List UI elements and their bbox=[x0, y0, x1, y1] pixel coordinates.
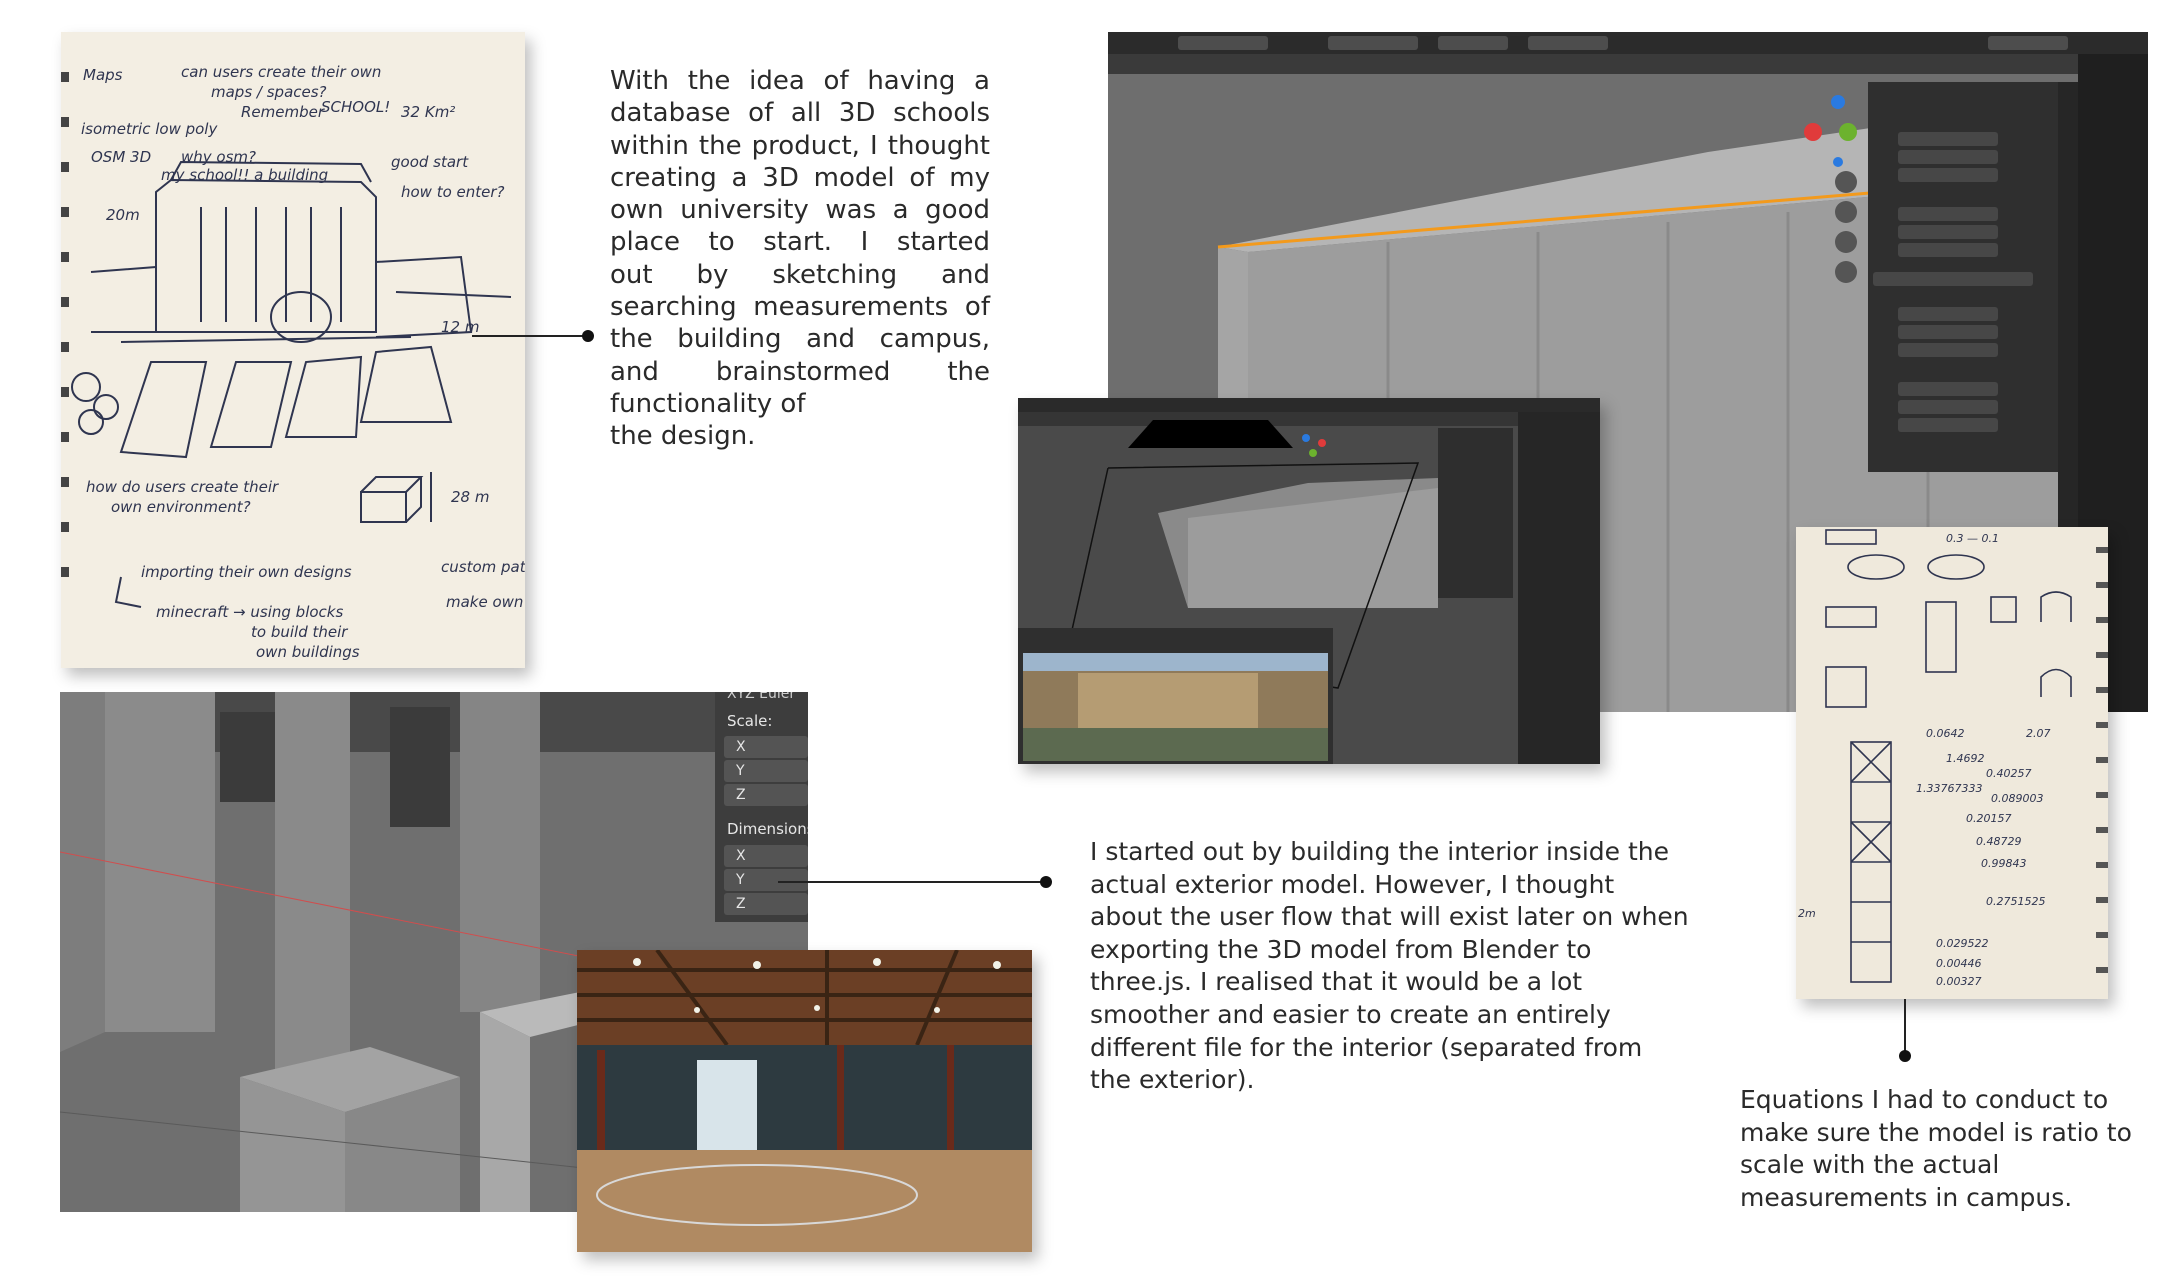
dimensions-x-field[interactable]: X bbox=[724, 845, 808, 867]
equations-caption: Equations I had to conduct to make sure … bbox=[1740, 1085, 2132, 1212]
svg-text:32 Km²: 32 Km² bbox=[401, 103, 455, 121]
svg-text:importing their own designs: importing their own designs bbox=[141, 563, 352, 581]
equations-connector-line bbox=[1904, 999, 1906, 1055]
interior-photo bbox=[577, 950, 1032, 1252]
svg-text:0.20157: 0.20157 bbox=[1966, 812, 2012, 825]
sketch-caption-line: the design. bbox=[610, 421, 756, 452]
svg-text:20m: 20m bbox=[106, 206, 140, 224]
svg-text:why osm?: why osm? bbox=[181, 148, 256, 166]
axis-y-label: Y bbox=[736, 872, 745, 888]
svg-text:minecraft → using blocks: minecraft → using blocks bbox=[156, 603, 343, 621]
svg-text:0.00327: 0.00327 bbox=[1936, 975, 1982, 988]
svg-text:0.2751525: 0.2751525 bbox=[1986, 895, 2046, 908]
svg-text:good start: good start bbox=[391, 153, 469, 171]
svg-text:OSM 3D: OSM 3D bbox=[91, 148, 151, 166]
svg-text:SCHOOL!: SCHOOL! bbox=[321, 98, 390, 116]
svg-text:Maps: Maps bbox=[83, 66, 123, 84]
sketch-connector-dot bbox=[582, 330, 594, 342]
sketch-caption-line: and brainstormed the bbox=[610, 356, 990, 387]
svg-text:maps / spaces?: maps / spaces? bbox=[211, 83, 327, 101]
svg-text:to build their: to build their bbox=[251, 623, 348, 641]
axis-z-label: Z bbox=[736, 896, 746, 912]
dimensions-y-field[interactable]: Y bbox=[724, 869, 808, 891]
svg-text:custom patterns: custom patterns bbox=[441, 558, 525, 576]
sketch-caption-line: own university was a good bbox=[610, 195, 990, 226]
svg-text:0.48729: 0.48729 bbox=[1976, 835, 2022, 848]
svg-text:2m: 2m bbox=[1798, 907, 1816, 920]
axis-x-label: X bbox=[736, 739, 746, 755]
svg-text:0.3 — 0.1: 0.3 — 0.1 bbox=[1946, 532, 1999, 545]
sketch-caption-line: functionality of bbox=[610, 388, 806, 419]
equations-notebook-photo: 0.3 — 0.1 0.0642 2.07 1.4692 1.33767333 … bbox=[1796, 527, 2108, 999]
svg-text:make own clothes: make own clothes bbox=[446, 593, 525, 611]
sketch-caption-line: With the idea of having a bbox=[610, 66, 990, 96]
svg-text:can users create their own: can users create their own bbox=[181, 63, 381, 81]
dimensions-z-field[interactable]: Z bbox=[724, 893, 808, 915]
svg-text:Remember: Remember bbox=[241, 103, 325, 121]
svg-text:28 m: 28 m bbox=[451, 488, 489, 506]
svg-text:0.089003: 0.089003 bbox=[1991, 792, 2044, 805]
svg-text:isometric low poly: isometric low poly bbox=[81, 120, 218, 138]
sketch-caption-line: the building and campus, bbox=[610, 324, 990, 355]
sketch-caption-line: searching measurements of bbox=[610, 292, 990, 323]
svg-text:0.0642: 0.0642 bbox=[1926, 727, 1965, 740]
blender-properties-panel: XYZ Euler Scale: X Y Z Dimensions X Y Z bbox=[715, 692, 808, 922]
blender-small-viewport bbox=[1018, 398, 1600, 764]
scale-z-field[interactable]: Z bbox=[724, 784, 808, 806]
sketch-drawing: Maps can users create their own maps / s… bbox=[61, 32, 525, 668]
svg-text:0.40257: 0.40257 bbox=[1986, 767, 2032, 780]
sketch-caption-line: out by sketching and bbox=[610, 259, 990, 290]
axis-y-label: Y bbox=[736, 763, 745, 779]
interior-connector-dot bbox=[1040, 876, 1052, 888]
equations-connector-dot bbox=[1899, 1050, 1911, 1062]
sketch-connector-line bbox=[472, 335, 588, 337]
svg-text:how to enter?: how to enter? bbox=[401, 183, 505, 201]
svg-text:0.029522: 0.029522 bbox=[1936, 937, 1989, 950]
scale-label: Scale: bbox=[727, 712, 773, 730]
sketch-caption-line: within the product, I thought bbox=[610, 130, 990, 161]
sketch-caption-line: place to start. I started bbox=[610, 227, 990, 258]
euler-header: XYZ Euler bbox=[727, 692, 796, 702]
dimensions-label: Dimensions bbox=[727, 820, 808, 838]
svg-text:how do users create their: how do users create their bbox=[86, 478, 279, 496]
svg-text:12 m: 12 m bbox=[441, 318, 479, 336]
svg-text:own buildings: own buildings bbox=[256, 643, 360, 661]
svg-text:2.07: 2.07 bbox=[2026, 727, 2051, 740]
interior-caption: I started out by building the interior i… bbox=[1090, 837, 1689, 1095]
svg-text:1.4692: 1.4692 bbox=[1946, 752, 1985, 765]
svg-text:1.33767333: 1.33767333 bbox=[1916, 782, 1982, 795]
svg-text:0.99843: 0.99843 bbox=[1981, 857, 2027, 870]
blender-small-screenshot bbox=[1018, 398, 1600, 764]
sketch-caption-line: database of all 3D schools bbox=[610, 98, 990, 129]
sketch-caption: With the idea of having a database of al… bbox=[610, 65, 990, 453]
scale-x-field[interactable]: X bbox=[724, 736, 808, 758]
equations-drawing: 0.3 — 0.1 0.0642 2.07 1.4692 1.33767333 … bbox=[1796, 527, 2108, 999]
interior-connector-line bbox=[778, 881, 1046, 883]
interior-photo-drawing bbox=[577, 950, 1032, 1252]
axis-x-label: X bbox=[736, 848, 746, 864]
svg-text:my school!! a building: my school!! a building bbox=[161, 166, 328, 184]
axis-z-label: Z bbox=[736, 787, 746, 803]
scale-y-field[interactable]: Y bbox=[724, 760, 808, 782]
sketch-photo: Maps can users create their own maps / s… bbox=[61, 32, 525, 668]
svg-text:0.00446: 0.00446 bbox=[1936, 957, 1982, 970]
svg-text:own environment?: own environment? bbox=[111, 498, 251, 516]
sketch-caption-line: creating a 3D model of my bbox=[610, 162, 990, 193]
